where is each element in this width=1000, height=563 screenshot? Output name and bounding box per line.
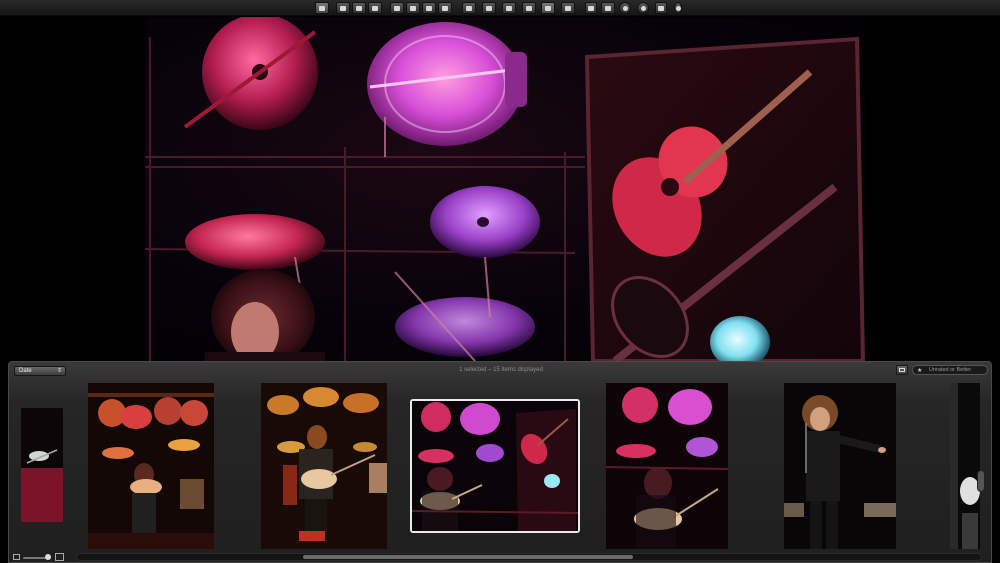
rotate-tool-icon[interactable] — [336, 2, 350, 14]
enhance-tool-icon[interactable] — [352, 2, 366, 14]
view-mode-icon — [899, 368, 905, 372]
thumbnail-image — [606, 383, 728, 549]
exit-fullscreen-icon[interactable] — [655, 2, 667, 14]
retouch-tool-icon[interactable] — [422, 2, 436, 14]
thumbnail-2[interactable] — [88, 383, 214, 549]
large-thumbnail-icon — [55, 553, 64, 561]
filmstrip-vertical-scroller[interactable] — [977, 470, 985, 492]
thumbnail-3[interactable] — [261, 383, 387, 549]
scrollbar-thumb[interactable] — [303, 555, 633, 559]
adjust-icon[interactable] — [619, 2, 631, 14]
sort-by-select[interactable]: Date ⇕ — [14, 366, 66, 376]
keywords-icon[interactable] — [601, 2, 615, 14]
stack-view-icon[interactable] — [502, 2, 516, 14]
thumbnail-image — [412, 401, 578, 531]
sort-arrow-icon: ⇕ — [56, 368, 62, 374]
thumbnail-4-selected[interactable] — [410, 399, 580, 533]
thumbnail-image — [21, 408, 63, 522]
selection-status: 1 selected – 15 items displayed — [459, 367, 543, 373]
thumbnail-7[interactable] — [950, 383, 980, 549]
photo-app-window: Date ⇕ 1 selected – 15 items displayed ★… — [0, 0, 1000, 563]
thumbnail-image — [88, 383, 214, 549]
thumbnail-image — [784, 383, 896, 549]
survey-view-icon[interactable] — [522, 2, 536, 14]
thumbnail-image — [261, 383, 387, 549]
main-photo-image — [145, 17, 865, 361]
faces-icon[interactable] — [585, 2, 597, 14]
brush-tool-icon[interactable] — [438, 2, 452, 14]
info-icon[interactable] — [637, 2, 649, 14]
thumbnail-size-slider[interactable] — [13, 553, 67, 562]
thumbnail-6[interactable] — [784, 383, 896, 549]
full-view-icon[interactable] — [541, 2, 555, 14]
main-photo[interactable] — [145, 17, 865, 361]
rating-filter[interactable]: ★ Unrated or Better — [912, 365, 988, 375]
straighten-tool-icon[interactable] — [390, 2, 404, 14]
small-thumbnail-icon — [13, 554, 20, 560]
rating-filter-label: Unrated or Better — [929, 367, 972, 373]
brightness-slider-icon[interactable] — [674, 2, 682, 14]
thumbnail-5[interactable] — [606, 383, 728, 549]
single-view-icon[interactable] — [462, 2, 476, 14]
photo-viewer — [0, 17, 1000, 361]
sort-label: Date — [19, 368, 32, 374]
red-eye-tool-icon[interactable] — [368, 2, 382, 14]
multi-view-icon[interactable] — [561, 2, 575, 14]
thumbnail-image — [950, 383, 980, 549]
edit-toolbar — [0, 0, 1000, 16]
photo-browser-panel: Date ⇕ 1 selected – 15 items displayed ★… — [8, 361, 992, 563]
browser-view-button[interactable] — [896, 365, 908, 375]
pointer-tool-icon[interactable] — [315, 2, 329, 14]
compare-view-icon[interactable] — [482, 2, 496, 14]
thumbnail-1[interactable] — [21, 408, 63, 522]
crop-tool-icon[interactable] — [406, 2, 420, 14]
slider-knob[interactable] — [45, 554, 51, 560]
filter-star-icon: ★ — [917, 368, 923, 374]
filmstrip-scrollbar[interactable] — [76, 553, 982, 561]
